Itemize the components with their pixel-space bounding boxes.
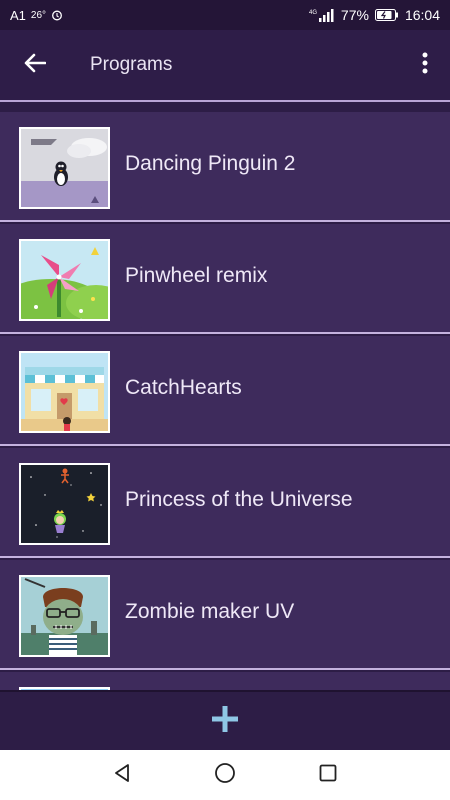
nav-back-button[interactable]: [102, 755, 142, 795]
pinwheel-meadow-thumbnail: [19, 239, 110, 321]
alarm-icon: [51, 9, 63, 21]
status-bar: A1 26° 4G 77% 16:04: [0, 0, 450, 30]
program-name: Dancing Pinguin 2: [125, 152, 296, 175]
back-button[interactable]: [0, 29, 70, 101]
program-list[interactable]: Dancing Pinguin 2 Pinwheel remix CatchHe…: [0, 104, 450, 690]
overflow-menu-button[interactable]: [400, 29, 450, 101]
triangle-back-icon: [112, 763, 132, 788]
shop-street-thumbnail: [19, 351, 110, 433]
program-name: Zombie maker UV: [125, 600, 295, 623]
list-item[interactable]: Pinwheel remix: [0, 224, 450, 334]
page-title: Programs: [90, 54, 173, 75]
list-item-partial[interactable]: [0, 672, 450, 690]
penguin-snow-thumbnail: [19, 127, 110, 209]
list-item[interactable]: Dancing Pinguin 2: [0, 112, 450, 222]
zombie-face-thumbnail: [19, 575, 110, 657]
network-type-label: 4G: [309, 10, 317, 16]
circle-home-icon: [214, 762, 236, 789]
app-bar: Programs: [0, 30, 450, 102]
temperature-label: 26°: [30, 9, 47, 21]
battery-icon: [374, 9, 399, 21]
program-name: Pinwheel remix: [125, 264, 268, 287]
nav-home-button[interactable]: [205, 755, 245, 795]
more-vertical-icon: [422, 52, 428, 79]
list-item[interactable]: CatchHearts: [0, 336, 450, 446]
signal-icon: 4G: [309, 8, 335, 22]
program-name: Princess of the Universe: [125, 488, 353, 511]
list-item[interactable]: Princess of the Universe: [0, 448, 450, 558]
program-name: CatchHearts: [125, 376, 242, 399]
add-program-button[interactable]: [195, 693, 255, 749]
system-nav-bar: [0, 750, 450, 800]
space-princess-thumbnail: [19, 463, 110, 545]
carrier-label: A1: [10, 7, 26, 23]
nav-recents-button[interactable]: [308, 755, 348, 795]
list-item[interactable]: Zombie maker UV: [0, 560, 450, 670]
arrow-left-icon: [24, 53, 47, 78]
square-recents-icon: [318, 763, 338, 788]
plus-icon: [211, 705, 239, 737]
battery-percent: 77%: [340, 7, 369, 23]
bottom-bar: [0, 690, 450, 750]
clock: 16:04: [404, 7, 440, 23]
